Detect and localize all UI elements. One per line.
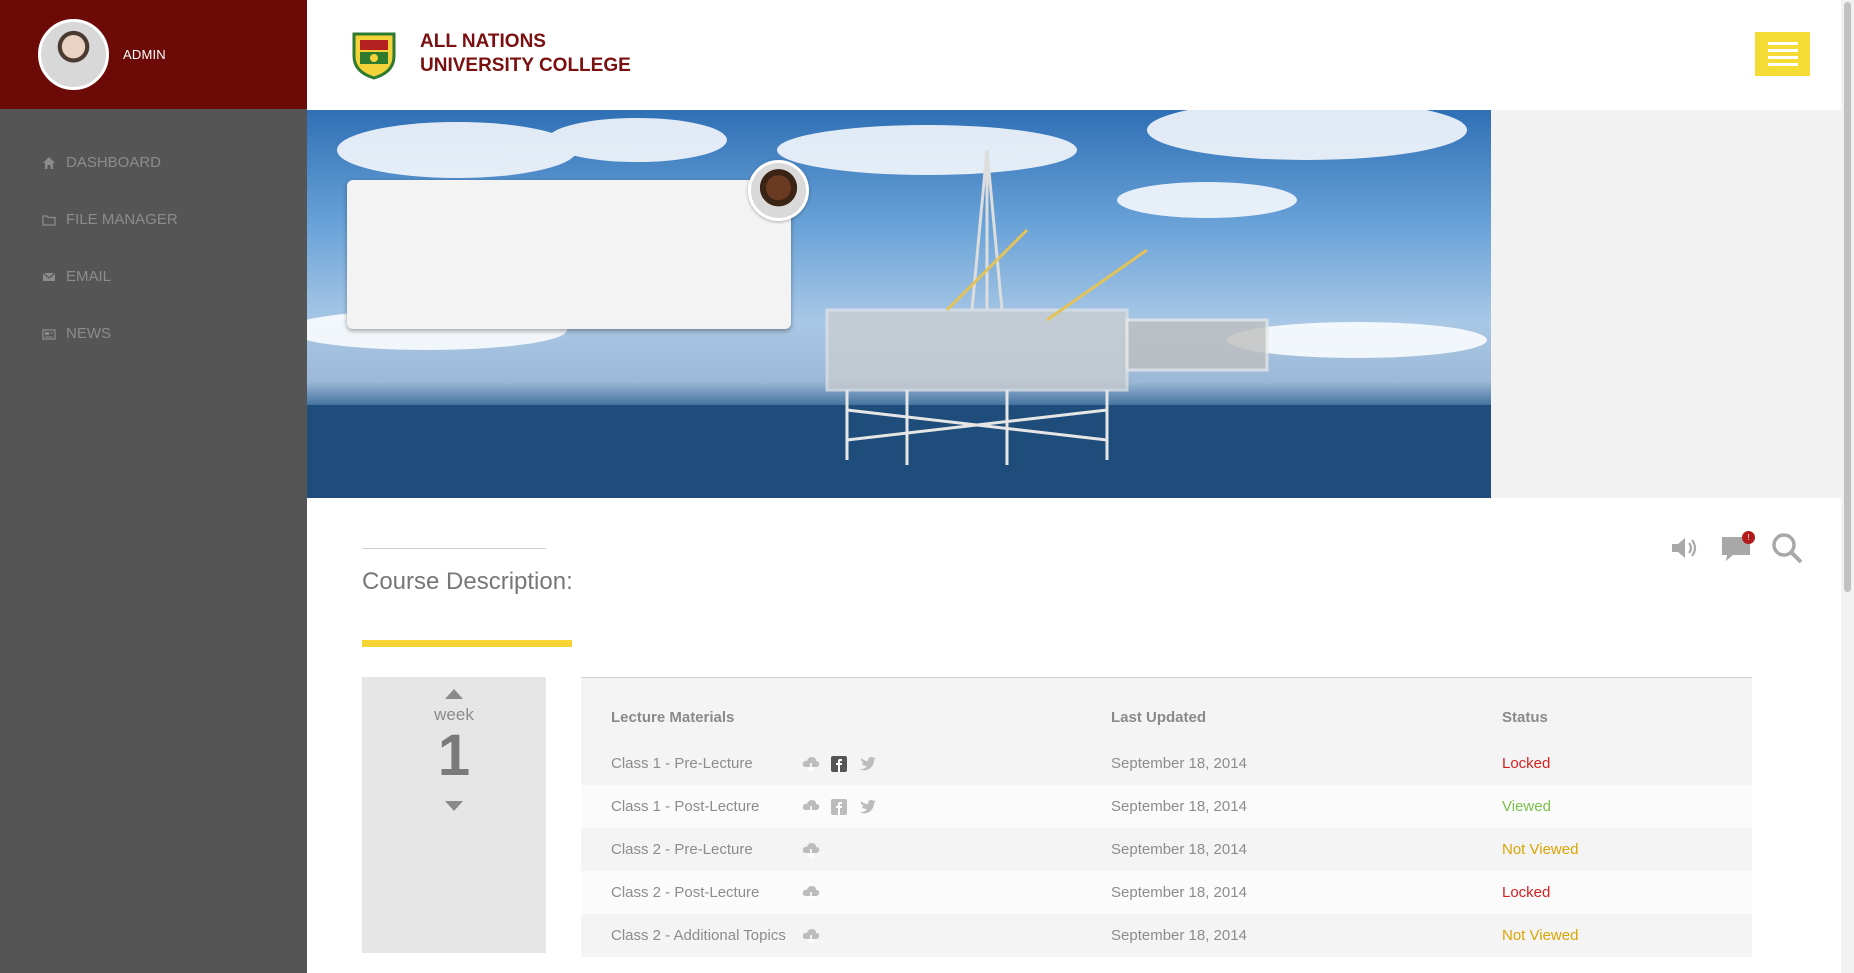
logo-line-1: ALL NATIONS <box>420 31 546 52</box>
home-icon <box>43 156 55 169</box>
hamburger-icon <box>1767 63 1798 66</box>
hamburger-icon <box>1767 56 1798 59</box>
cloud-download-icon[interactable] <box>801 797 821 817</box>
material-updated: September 18, 2014 <box>1111 884 1247 901</box>
crest-icon <box>352 32 396 80</box>
material-updated: September 18, 2014 <box>1111 755 1247 772</box>
logo-line-2: UNIVERSITY COLLEGE <box>420 55 631 76</box>
material-updated: September 18, 2014 <box>1111 798 1247 815</box>
material-updated: September 18, 2014 <box>1111 927 1247 944</box>
header-materials: Lecture Materials <box>611 708 735 726</box>
chevron-down-icon[interactable] <box>444 799 464 813</box>
facebook-icon[interactable] <box>829 754 849 774</box>
newspaper-icon <box>42 328 56 340</box>
notification-badge: ! <box>1742 531 1755 544</box>
header-status: Status <box>1502 708 1548 726</box>
sidebar-nav: DASHBOARD FILE MANAGER EMAIL NEWS <box>0 134 307 362</box>
top-header: ALL NATIONS UNIVERSITY COLLEGE <box>307 0 1841 109</box>
table-row[interactable]: Class 1 - Post-Lecture September 18, 201… <box>581 785 1752 828</box>
table-row[interactable]: Class 1 - Pre-Lecture September 18, 2014… <box>581 742 1752 785</box>
sidebar-item-dashboard[interactable]: DASHBOARD <box>0 134 307 191</box>
course-banner <box>307 110 1491 498</box>
course-info-card <box>347 180 791 329</box>
toolbar: ! <box>1668 531 1804 565</box>
status-badge: Not Viewed <box>1502 927 1579 944</box>
cloud-download-icon[interactable] <box>801 926 821 946</box>
page-scrollbar[interactable] <box>1841 0 1854 973</box>
hamburger-icon <box>1767 49 1798 52</box>
banner-side-panel <box>1491 110 1841 498</box>
admin-name: ADMIN <box>123 47 166 62</box>
folder-icon <box>42 214 56 226</box>
accent-bar <box>362 640 572 647</box>
table-row[interactable]: Class 2 - Pre-Lecture September 18, 2014… <box>581 828 1752 871</box>
material-updated: September 18, 2014 <box>1111 841 1247 858</box>
cloud-download-icon[interactable] <box>801 840 821 860</box>
week-number: 1 <box>437 723 471 788</box>
sidebar-item-label: EMAIL <box>66 268 112 285</box>
menu-button[interactable] <box>1755 32 1810 76</box>
chat-button[interactable]: ! <box>1719 531 1755 565</box>
envelope-icon <box>42 272 56 281</box>
week-selector: week 1 <box>362 677 546 953</box>
material-name[interactable]: Class 1 - Pre-Lecture <box>611 755 801 772</box>
scrollbar-thumb[interactable] <box>1844 2 1851 592</box>
table-row[interactable]: Class 2 - Additional Topics September 18… <box>581 914 1752 957</box>
twitter-icon[interactable] <box>857 797 877 817</box>
course-description-title: Course Description: <box>362 568 573 595</box>
week-label: week <box>434 705 474 724</box>
status-badge: Locked <box>1502 755 1551 772</box>
lecture-materials-table: Lecture Materials Last Updated Status Cl… <box>581 677 1752 957</box>
university-logo[interactable]: ALL NATIONS UNIVERSITY COLLEGE <box>348 28 631 80</box>
sidebar-profile: ADMIN <box>0 0 307 109</box>
status-badge: Locked <box>1502 884 1551 901</box>
lecturer-avatar[interactable] <box>748 160 809 221</box>
sidebar-item-news[interactable]: NEWS <box>0 305 307 362</box>
sidebar-item-email[interactable]: EMAIL <box>0 248 307 305</box>
material-name[interactable]: Class 2 - Additional Topics <box>611 927 801 944</box>
table-row[interactable]: Class 2 - Post-Lecture September 18, 201… <box>581 871 1752 914</box>
chevron-up-icon[interactable] <box>444 687 464 701</box>
cloud-download-icon[interactable] <box>801 883 821 903</box>
status-badge: Not Viewed <box>1502 841 1579 858</box>
audio-button[interactable] <box>1668 531 1702 565</box>
facebook-icon[interactable] <box>829 797 849 817</box>
logo-text: ALL NATIONS UNIVERSITY COLLEGE <box>420 30 631 78</box>
material-name[interactable]: Class 2 - Post-Lecture <box>611 884 801 901</box>
hamburger-icon <box>1767 42 1798 45</box>
sidebar-item-label: NEWS <box>66 325 111 342</box>
header-updated: Last Updated <box>1111 708 1207 726</box>
avatar[interactable] <box>38 19 109 90</box>
table-header: Lecture Materials Last Updated Status <box>581 678 1752 742</box>
search-button[interactable] <box>1770 531 1804 565</box>
sidebar: ADMIN DASHBOARD FILE MANAGER EMAIL NEWS <box>0 0 307 973</box>
status-badge: Viewed <box>1502 798 1551 815</box>
twitter-icon[interactable] <box>857 754 877 774</box>
search-icon <box>1772 533 1803 564</box>
sidebar-item-file-manager[interactable]: FILE MANAGER <box>0 191 307 248</box>
divider <box>362 548 546 549</box>
material-name[interactable]: Class 1 - Post-Lecture <box>611 798 801 815</box>
sidebar-item-label: DASHBOARD <box>66 154 162 171</box>
cloud-download-icon[interactable] <box>801 754 821 774</box>
material-name[interactable]: Class 2 - Pre-Lecture <box>611 841 801 858</box>
sidebar-item-label: FILE MANAGER <box>66 211 178 228</box>
speaker-icon <box>1672 538 1697 558</box>
